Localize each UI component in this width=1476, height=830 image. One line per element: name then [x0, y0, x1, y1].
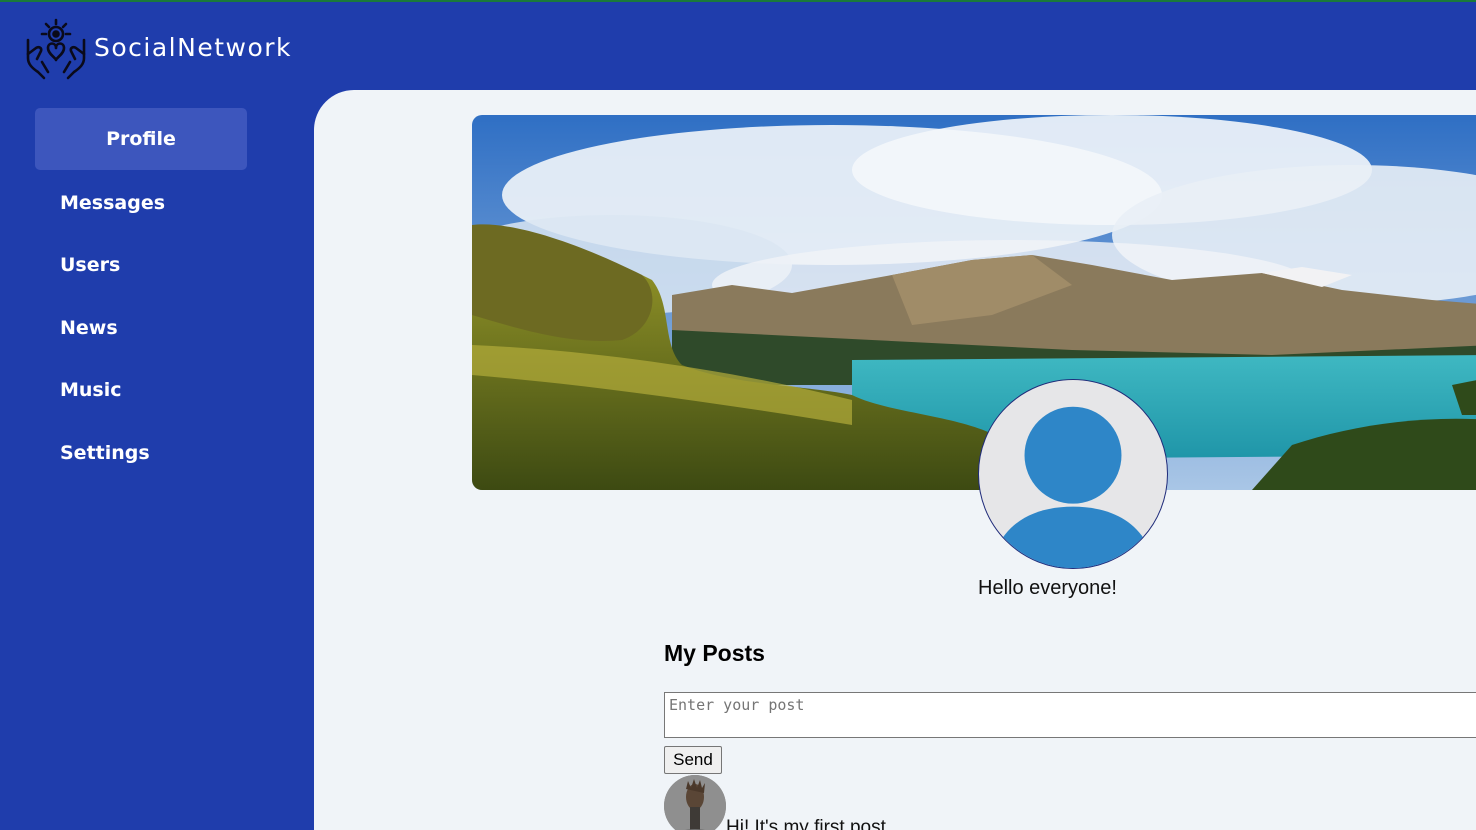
brand-name: SocialNetwork [94, 33, 293, 62]
sidebar-nav: Profile Messages Users News Music Settin… [0, 90, 314, 830]
post-item: Hi! It's my first post [664, 775, 1164, 830]
sidebar-item-settings[interactable]: Settings [35, 422, 247, 484]
sidebar-item-messages[interactable]: Messages [35, 172, 247, 234]
sidebar-item-users[interactable]: Users [35, 234, 247, 296]
profile-avatar[interactable] [978, 379, 1168, 569]
profile-content: Hello everyone! My Posts Send Hi! It's m… [314, 90, 1476, 830]
new-post-input[interactable] [664, 692, 1476, 738]
charity-hands-icon[interactable] [22, 14, 90, 82]
post-author-avatar[interactable] [664, 775, 726, 830]
sidebar-item-music[interactable]: Music [35, 359, 247, 421]
sidebar-item-news[interactable]: News [35, 297, 247, 359]
sidebar-item-profile[interactable]: Profile [35, 108, 247, 170]
cover-image [472, 115, 1476, 490]
post-text: Hi! It's my first post [726, 817, 886, 830]
my-posts-heading: My Posts [664, 640, 765, 666]
send-post-button[interactable]: Send [664, 746, 722, 774]
default-user-avatar-icon [979, 380, 1167, 568]
app-header: SocialNetwork [0, 2, 1476, 90]
profile-status: Hello everyone! [978, 577, 1117, 599]
